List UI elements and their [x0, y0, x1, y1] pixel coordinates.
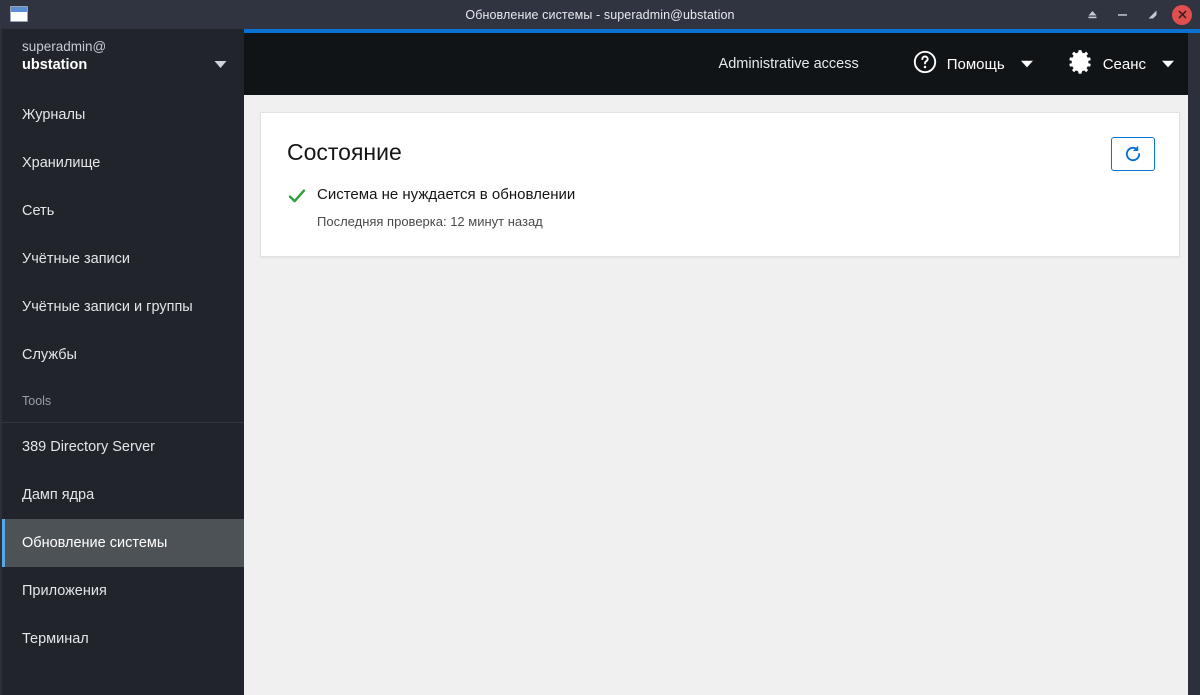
sidebar-item-389-directory-server[interactable]: 389 Directory Server	[2, 423, 244, 471]
refresh-icon	[1125, 145, 1141, 162]
sidebar-item-storage[interactable]: Хранилище	[2, 139, 244, 187]
sidebar-item-label: Учётные записи и группы	[22, 299, 193, 315]
minimize-icon	[1117, 14, 1127, 16]
account-switcher[interactable]: superadmin@ ubstation	[2, 29, 244, 91]
maximize-icon	[1148, 10, 1156, 19]
caret-down-icon	[1020, 55, 1033, 73]
check-icon	[287, 186, 307, 206]
help-menu[interactable]: Помощь	[913, 50, 1033, 79]
status-message: Система не нуждается в обновлении	[317, 186, 576, 203]
gear-icon	[1069, 49, 1093, 79]
sidebar-item-label: Приложения	[22, 583, 107, 599]
sidebar-section-tools: Tools	[22, 393, 52, 408]
maximize-button[interactable]	[1138, 0, 1166, 29]
sidebar-nav-tools: 389 Directory Server Дамп ядра Обновлени…	[2, 423, 244, 663]
help-menu-label: Помощь	[946, 55, 1005, 73]
page-title: Состояние	[287, 139, 402, 165]
sidebar-item-label: Службы	[22, 347, 77, 363]
sidebar-item-terminal[interactable]: Терминал	[2, 615, 244, 663]
sidebar-item-software-updates[interactable]: Обновление системы	[2, 519, 244, 567]
caret-down-icon	[1162, 55, 1174, 73]
sidebar: superadmin@ ubstation Журналы Хранилище …	[0, 29, 244, 695]
sidebar-item-label: Хранилище	[22, 155, 101, 171]
sidebar-item-accounts-and-groups[interactable]: Учётные записи и группы	[2, 283, 244, 331]
window-title: Обновление системы - superadmin@ubstatio…	[465, 7, 735, 22]
sidebar-item-label: Сеть	[22, 203, 55, 219]
sidebar-item-logs[interactable]: Журналы	[2, 91, 244, 139]
status-text-block: Система не нуждается в обновлении Послед…	[317, 185, 575, 230]
minimize-button[interactable]	[1108, 0, 1136, 29]
window-controls	[1078, 0, 1192, 29]
sidebar-item-services[interactable]: Службы	[2, 331, 244, 379]
title-bar[interactable]: Обновление системы - superadmin@ubstatio…	[0, 0, 1200, 29]
administrative-access-button[interactable]: Administrative access	[719, 56, 859, 72]
sidebar-item-accounts[interactable]: Учётные записи	[2, 235, 244, 283]
refresh-button[interactable]	[1111, 137, 1155, 171]
status-card: Состояние Система не нуждается в обновле…	[260, 112, 1180, 257]
account-host: ubstation	[22, 57, 88, 73]
eject-icon	[1088, 11, 1096, 19]
window-icon	[10, 6, 28, 22]
sidebar-item-label: Дамп ядра	[22, 487, 95, 503]
top-header: Administrative access Помощь Сеанс	[244, 33, 1200, 95]
session-menu-label: Сеанс	[1102, 55, 1146, 73]
sidebar-item-label: Терминал	[22, 631, 89, 647]
status-row: Система не нуждается в обновлении Послед…	[287, 185, 1153, 230]
main-content: Состояние Система не нуждается в обновле…	[244, 95, 1188, 695]
sidebar-item-network[interactable]: Сеть	[2, 187, 244, 235]
app-window: Обновление системы - superadmin@ubstatio…	[0, 0, 1200, 695]
help-circle-icon	[913, 50, 937, 79]
sidebar-item-label: Обновление системы	[22, 535, 168, 551]
sidebar-item-label: Журналы	[22, 107, 86, 123]
window-right-frame	[1188, 33, 1200, 695]
shade-button[interactable]	[1078, 0, 1106, 29]
last-check-text: Последняя проверка: 12 минут назад	[317, 214, 543, 229]
sidebar-nav-main: Журналы Хранилище Сеть Учётные записи Уч…	[2, 91, 244, 379]
sidebar-item-label: Учётные записи	[22, 251, 131, 267]
session-menu[interactable]: Сеанс	[1069, 49, 1174, 79]
close-icon	[1178, 10, 1186, 19]
chevron-down-icon	[214, 56, 227, 74]
account-user: superadmin@	[22, 39, 107, 54]
sidebar-item-kernel-dump[interactable]: Дамп ядра	[2, 471, 244, 519]
sidebar-item-applications[interactable]: Приложения	[2, 567, 244, 615]
close-button[interactable]	[1172, 4, 1192, 25]
sidebar-item-label: 389 Directory Server	[22, 439, 155, 455]
